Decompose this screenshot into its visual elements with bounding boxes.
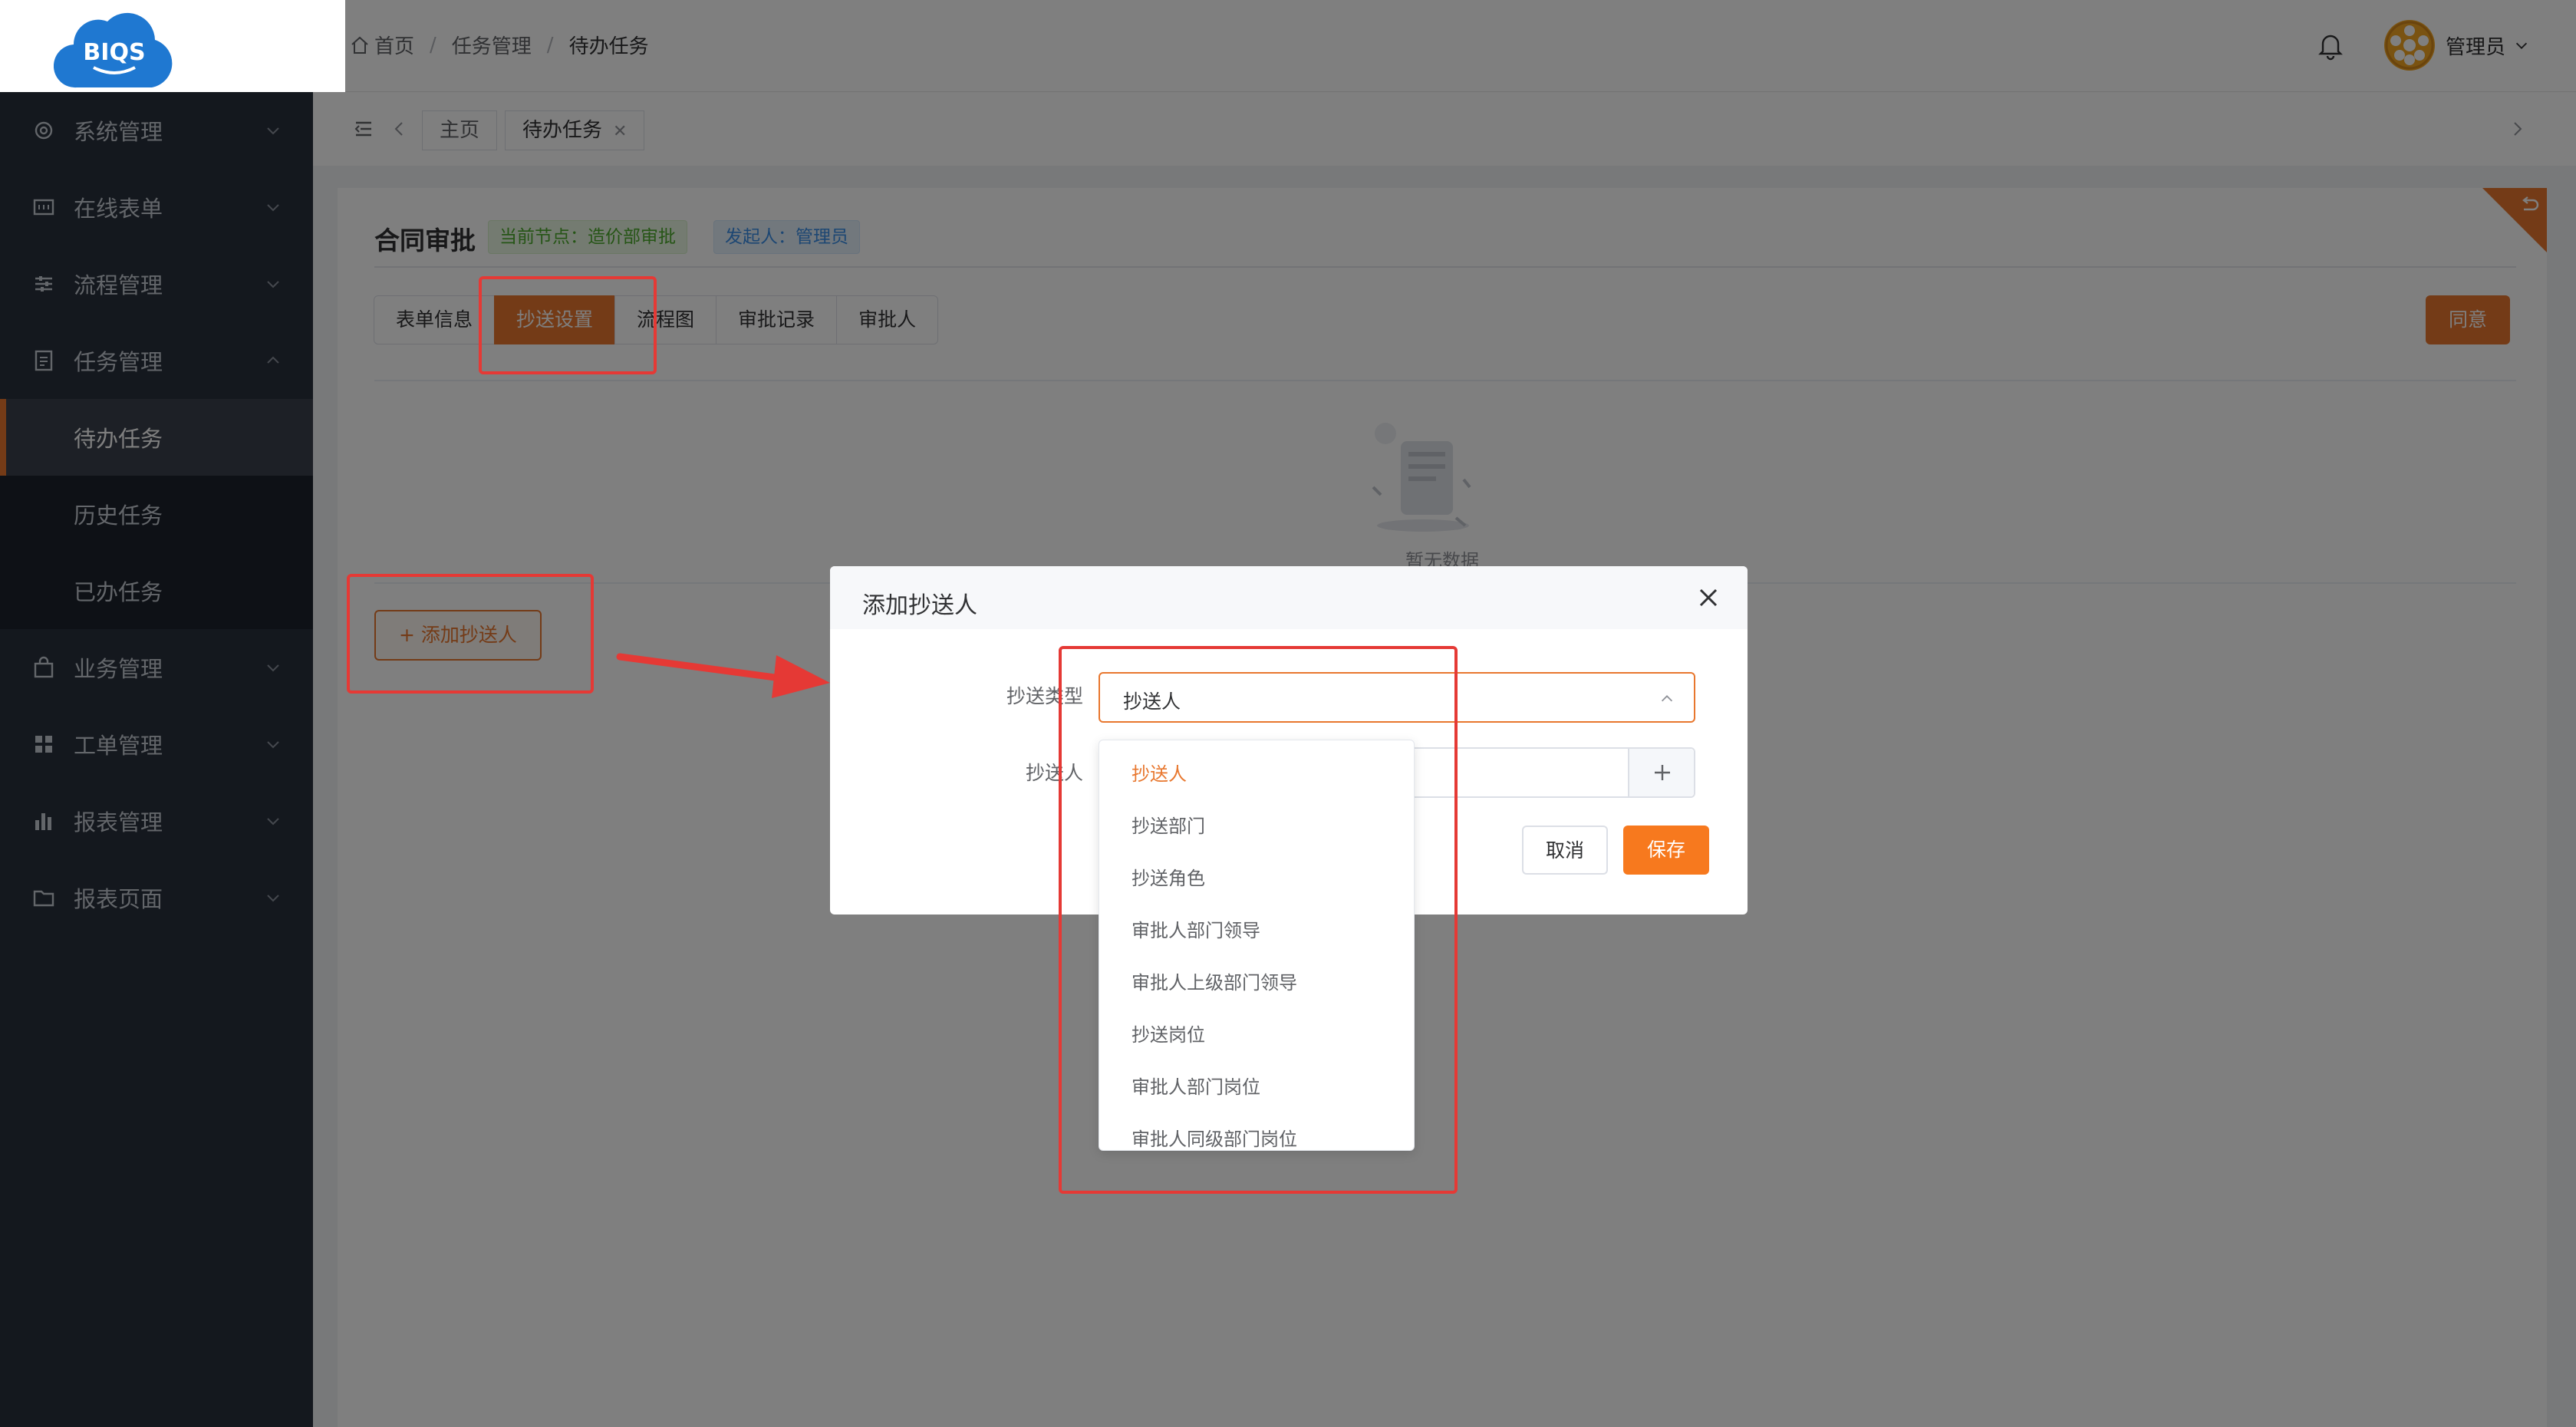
logo-text: BIQS: [83, 39, 145, 66]
close-icon[interactable]: [1695, 585, 1721, 611]
plus-icon: [1655, 765, 1670, 780]
cancel-button[interactable]: 取消: [1522, 826, 1608, 875]
chevron-up-icon: [1661, 695, 1673, 702]
logo-area: BIQS: [0, 0, 345, 92]
dialog-title: 添加抄送人: [862, 592, 977, 619]
annotation-box-dropdown: [1059, 646, 1458, 1194]
annotation-box-cc-tab: [479, 276, 657, 374]
save-button[interactable]: 保存: [1623, 826, 1709, 875]
annotation-box-add-button: [347, 574, 594, 694]
logo-cloud-icon[interactable]: BIQS: [54, 2, 175, 91]
add-person-button[interactable]: [1628, 749, 1694, 796]
dialog-header: 添加抄送人: [830, 566, 1748, 629]
annotation-arrow-icon: [616, 653, 830, 698]
